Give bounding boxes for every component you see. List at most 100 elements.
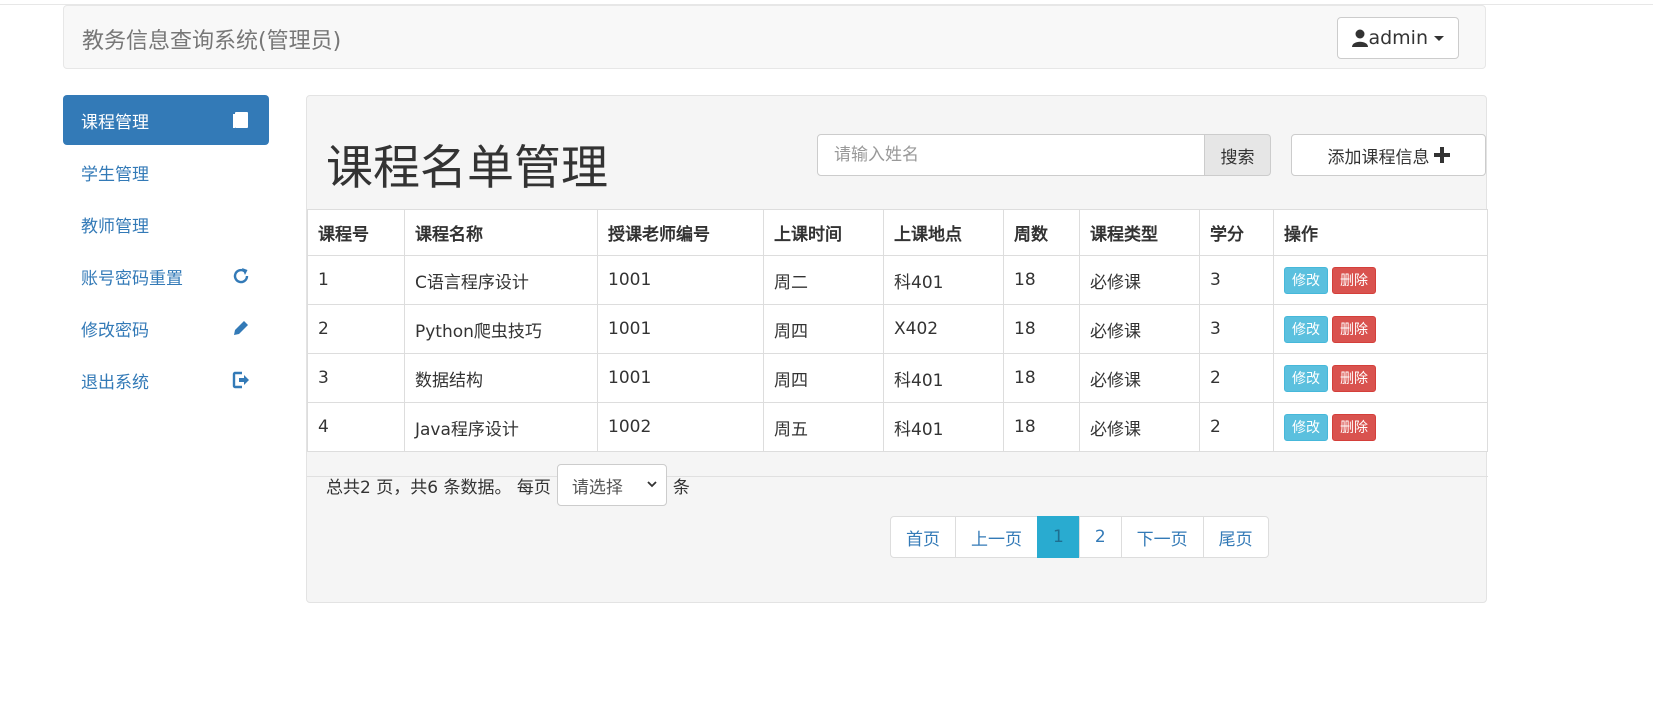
cell-location: 科401 xyxy=(883,255,1004,305)
cell-teacher-id: 1001 xyxy=(597,255,764,305)
column-header: 操作 xyxy=(1273,209,1488,256)
cell-actions: 修改 删除 xyxy=(1273,402,1488,452)
sidebar-item-label: 退出系统 xyxy=(81,372,149,393)
cell-type: 必修课 xyxy=(1079,304,1200,354)
table-row: 1 C语言程序设计 1001 周二 科401 18 必修课 3 修改 删除 xyxy=(307,255,1488,305)
pager-unit: 条 xyxy=(672,477,690,498)
main-panel: 课程名单管理 搜索 添加课程信息 课程号 课程名称 授课老师编号 上课时间 上课… xyxy=(306,95,1488,603)
sidebar-item-label: 学生管理 xyxy=(81,164,149,185)
cell-actions: 修改 删除 xyxy=(1273,304,1488,354)
column-header: 周数 xyxy=(1003,209,1080,256)
book-icon xyxy=(233,112,248,128)
page-first[interactable]: 首页 xyxy=(890,516,956,558)
search-group: 搜索 xyxy=(817,134,1271,176)
cell-weeks: 18 xyxy=(1003,304,1080,354)
edit-button[interactable]: 修改 xyxy=(1284,315,1328,343)
search-input[interactable] xyxy=(817,134,1205,176)
sidebar-item-label: 课程管理 xyxy=(81,112,149,133)
cell-time: 周四 xyxy=(763,353,884,403)
sidebar-item-students[interactable]: 学生管理 xyxy=(63,147,269,197)
pencil-icon xyxy=(234,321,248,335)
navbar: 教务信息查询系统(管理员) admin xyxy=(63,5,1486,69)
cell-weeks: 18 xyxy=(1003,402,1080,452)
cell-course-name: 数据结构 xyxy=(404,353,598,403)
chevron-down-icon xyxy=(647,481,657,488)
edit-button[interactable]: 修改 xyxy=(1284,364,1328,392)
refresh-icon xyxy=(233,268,249,284)
sidebar: 课程管理 学生管理 教师管理 账号密码重置 修改密码 退出系统 xyxy=(63,95,269,407)
cell-teacher-id: 1002 xyxy=(597,402,764,452)
sidebar-item-label: 修改密码 xyxy=(81,320,149,341)
page-size-select[interactable]: 请选择 xyxy=(556,464,667,506)
cell-credits: 3 xyxy=(1199,304,1274,354)
column-header: 学分 xyxy=(1199,209,1274,256)
cell-course-id: 4 xyxy=(307,402,405,452)
cell-location: X402 xyxy=(883,304,1004,354)
page-last[interactable]: 尾页 xyxy=(1202,516,1269,558)
column-header: 上课时间 xyxy=(763,209,884,256)
caret-down-icon xyxy=(1434,35,1444,41)
cell-course-name: Java程序设计 xyxy=(404,402,598,452)
column-header: 上课地点 xyxy=(883,209,1004,256)
sidebar-item-logout[interactable]: 退出系统 xyxy=(63,355,269,405)
user-menu-button[interactable]: admin xyxy=(1337,17,1459,59)
table-row: 2 Python爬虫技巧 1001 周四 X402 18 必修课 3 修改 删除 xyxy=(307,304,1488,354)
page-prev[interactable]: 上一页 xyxy=(955,516,1038,558)
column-header: 课程类型 xyxy=(1079,209,1200,256)
page-title: 课程名单管理 xyxy=(326,141,608,196)
cell-location: 科401 xyxy=(883,402,1004,452)
sidebar-item-change-password[interactable]: 修改密码 xyxy=(63,303,269,353)
sidebar-item-reset-password[interactable]: 账号密码重置 xyxy=(63,251,269,301)
delete-button[interactable]: 删除 xyxy=(1332,315,1376,343)
cell-course-name: Python爬虫技巧 xyxy=(404,304,598,354)
delete-button[interactable]: 删除 xyxy=(1332,266,1376,294)
delete-button[interactable]: 删除 xyxy=(1332,413,1376,441)
cell-time: 周四 xyxy=(763,304,884,354)
sidebar-item-teachers[interactable]: 教师管理 xyxy=(63,199,269,249)
cell-weeks: 18 xyxy=(1003,255,1080,305)
column-header: 授课老师编号 xyxy=(597,209,764,256)
table-header-row: 课程号 课程名称 授课老师编号 上课时间 上课地点 周数 课程类型 学分 操作 xyxy=(307,209,1488,256)
cell-course-id: 1 xyxy=(307,255,405,305)
cell-time: 周二 xyxy=(763,255,884,305)
cell-teacher-id: 1001 xyxy=(597,353,764,403)
cell-type: 必修课 xyxy=(1079,402,1200,452)
page-2[interactable]: 2 xyxy=(1078,516,1122,558)
cell-credits: 3 xyxy=(1199,255,1274,305)
cell-weeks: 18 xyxy=(1003,353,1080,403)
plus-icon xyxy=(1433,147,1450,163)
cell-credits: 2 xyxy=(1199,402,1274,452)
add-course-label: 添加课程信息 xyxy=(1327,147,1430,168)
add-course-button[interactable]: 添加课程信息 xyxy=(1291,134,1486,176)
column-header: 课程号 xyxy=(307,209,405,256)
edit-button[interactable]: 修改 xyxy=(1284,413,1328,441)
page-1[interactable]: 1 xyxy=(1037,516,1080,558)
table-row: 4 Java程序设计 1002 周五 科401 18 必修课 2 修改 删除 xyxy=(307,402,1488,452)
app-title: 教务信息查询系统(管理员) xyxy=(82,29,342,54)
cell-type: 必修课 xyxy=(1079,353,1200,403)
cell-course-id: 3 xyxy=(307,353,405,403)
logout-icon xyxy=(232,371,249,389)
cell-course-id: 2 xyxy=(307,304,405,354)
table-row: 3 数据结构 1001 周四 科401 18 必修课 2 修改 删除 xyxy=(307,353,1488,403)
user-icon xyxy=(1352,29,1369,47)
pager-summary: 总共2 页，共6 条数据。 每页 xyxy=(326,477,551,498)
cell-teacher-id: 1001 xyxy=(597,304,764,354)
search-button[interactable]: 搜索 xyxy=(1205,134,1271,176)
user-name: admin xyxy=(1368,27,1428,49)
sidebar-item-courses[interactable]: 课程管理 xyxy=(63,95,269,145)
pager-info: 总共2 页，共6 条数据。 每页 请选择 条 xyxy=(326,464,690,506)
page-size-value: 请选择 xyxy=(571,477,623,498)
edit-button[interactable]: 修改 xyxy=(1284,266,1328,294)
delete-button[interactable]: 删除 xyxy=(1332,364,1376,392)
column-header: 课程名称 xyxy=(404,209,598,256)
page-next[interactable]: 下一页 xyxy=(1120,516,1204,558)
cell-time: 周五 xyxy=(763,402,884,452)
sidebar-item-label: 账号密码重置 xyxy=(81,268,183,289)
cell-actions: 修改 删除 xyxy=(1273,255,1488,305)
cell-credits: 2 xyxy=(1199,353,1274,403)
cell-actions: 修改 删除 xyxy=(1273,353,1488,403)
cell-course-name: C语言程序设计 xyxy=(404,255,598,305)
course-table: 课程号 课程名称 授课老师编号 上课时间 上课地点 周数 课程类型 学分 操作 … xyxy=(307,209,1488,452)
cell-location: 科401 xyxy=(883,353,1004,403)
